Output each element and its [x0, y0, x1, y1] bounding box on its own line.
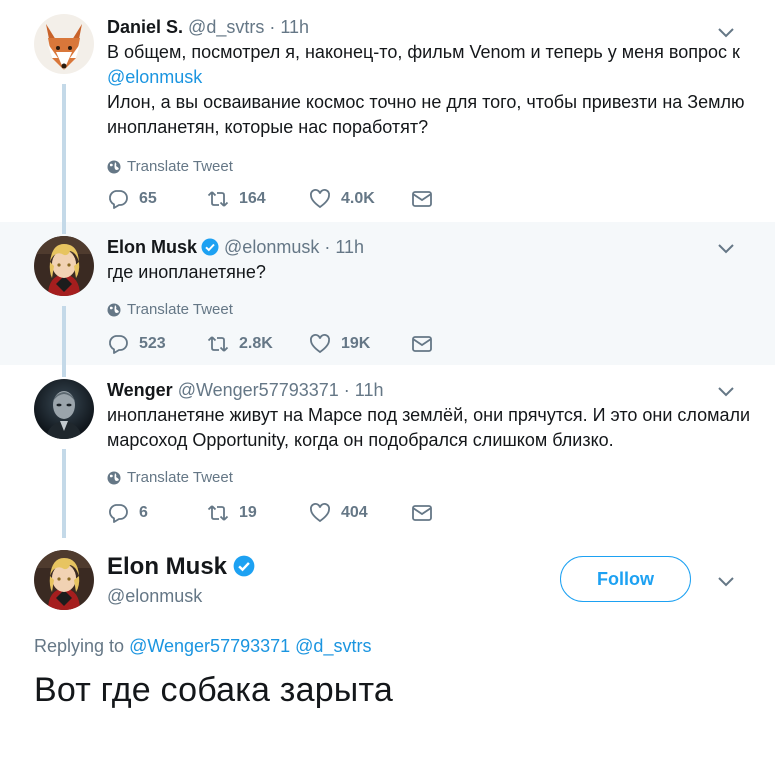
reply-button[interactable]: 6	[107, 502, 207, 524]
replying-to: Replying to @Wenger57793371 @d_svtrs	[34, 636, 371, 657]
retweet-icon	[207, 336, 229, 352]
avatar-elon[interactable]	[34, 550, 94, 610]
reply-count: 523	[139, 335, 166, 352]
mention-link[interactable]: @d_svtrs	[295, 636, 371, 656]
tweet-elon[interactable]: Elon Musk @elonmusk · 11h где инопланетя…	[0, 222, 775, 365]
display-name[interactable]: Wenger	[107, 380, 173, 400]
verified-badge-icon	[233, 555, 255, 577]
dm-button[interactable]	[411, 333, 433, 355]
translate-tweet-link[interactable]: Translate Tweet	[107, 158, 755, 175]
reply-icon	[109, 190, 128, 209]
tweet-text: В общем, посмотрел я, наконец-то, фильм …	[107, 40, 755, 140]
dm-button[interactable]	[411, 188, 433, 210]
display-name[interactable]: Daniel S.	[107, 17, 183, 37]
verified-badge-icon	[201, 238, 219, 256]
like-icon	[310, 334, 330, 354]
retweet-icon	[207, 191, 229, 207]
tweet-text-line: где инопланетяне?	[107, 262, 266, 282]
tweet-wenger[interactable]: Wenger @Wenger57793371 · 11h инопланетян…	[0, 365, 775, 538]
username[interactable]: @d_svtrs	[188, 17, 264, 37]
tweet-daniel[interactable]: Daniel S. @d_svtrs · 11h В общем, посмот…	[0, 0, 775, 222]
like-count: 19K	[341, 335, 371, 352]
like-button[interactable]: 4.0K	[309, 188, 411, 210]
dm-icon	[412, 505, 432, 521]
separator-dot: ·	[269, 17, 276, 37]
avatar-fox[interactable]	[34, 14, 94, 74]
retweet-button[interactable]: 164	[207, 188, 309, 210]
main-tweet: Elon Musk @elonmusk Follow Replying to @…	[0, 538, 775, 759]
like-button[interactable]: 404	[309, 502, 411, 524]
like-button[interactable]: 19K	[309, 333, 411, 355]
reply-icon	[109, 335, 128, 354]
separator-dot: ·	[343, 380, 350, 400]
like-icon	[310, 189, 330, 209]
timestamp[interactable]: 11h	[335, 237, 364, 257]
follow-button[interactable]: Follow	[560, 556, 691, 602]
retweet-count: 19	[239, 504, 257, 521]
globe-icon	[107, 160, 121, 173]
thread-line	[62, 306, 66, 365]
tweet-text-line: В общем, посмотрел я, наконец-то, фильм …	[107, 42, 740, 62]
chevron-down-icon[interactable]	[715, 570, 737, 592]
mention-link[interactable]: @Wenger57793371	[129, 636, 290, 656]
avatar-wenger[interactable]	[34, 379, 94, 439]
tweet-header: Daniel S. @d_svtrs · 11h	[107, 15, 755, 39]
retweet-count: 164	[239, 190, 266, 207]
avatar-elon[interactable]	[34, 236, 94, 296]
dm-icon	[412, 336, 432, 352]
reply-button[interactable]: 523	[107, 333, 207, 355]
translate-label: Translate Tweet	[127, 158, 233, 175]
author-block[interactable]: Elon Musk @elonmusk	[107, 552, 255, 607]
reply-icon	[109, 504, 128, 523]
mention-link[interactable]: @elonmusk	[107, 67, 202, 87]
translate-tweet-link[interactable]: Translate Tweet	[107, 301, 755, 318]
thread-line	[62, 222, 66, 234]
like-icon	[310, 503, 330, 523]
thread-line	[62, 449, 66, 538]
translate-tweet-link[interactable]: Translate Tweet	[107, 469, 755, 486]
timestamp[interactable]: 11h	[355, 380, 384, 400]
like-count: 404	[341, 504, 368, 521]
username[interactable]: @elonmusk	[224, 237, 319, 257]
timestamp[interactable]: 11h	[280, 17, 309, 37]
tweet-text-line: инопланетян, которые нас поработят?	[107, 117, 429, 137]
thread-line	[62, 365, 66, 377]
translate-label: Translate Tweet	[127, 469, 233, 486]
retweet-button[interactable]: 2.8K	[207, 333, 309, 355]
dm-button[interactable]	[411, 502, 433, 524]
username[interactable]: @Wenger57793371	[178, 380, 339, 400]
dm-icon	[412, 191, 432, 207]
separator-dot: ·	[324, 237, 331, 257]
reply-count: 65	[139, 190, 157, 207]
tweet-text-line: инопланетяне живут на Марсе под землёй, …	[107, 405, 751, 425]
reply-button[interactable]: 65	[107, 188, 207, 210]
tweet-text-line: Илон, а вы осваивание космос точно не дл…	[107, 92, 745, 112]
tweet-text: где инопланетяне?	[107, 260, 755, 285]
translate-label: Translate Tweet	[127, 301, 233, 318]
main-tweet-text: Вот где собака зарыта	[34, 671, 393, 709]
globe-icon	[107, 471, 121, 484]
display-name[interactable]: Elon Musk	[107, 553, 227, 580]
globe-icon	[107, 303, 121, 316]
retweet-count: 2.8K	[239, 335, 273, 352]
tweet-text: инопланетяне живут на Марсе под землёй, …	[107, 403, 755, 453]
chevron-down-icon[interactable]	[715, 21, 737, 43]
retweet-button[interactable]: 19	[207, 502, 309, 524]
replying-prefix: Replying to	[34, 636, 125, 656]
chevron-down-icon[interactable]	[715, 380, 737, 402]
tweet-text-line: марсоход Opportunity, когда он подобралс…	[107, 430, 614, 450]
tweet-header: Elon Musk @elonmusk · 11h	[107, 235, 755, 259]
like-count: 4.0K	[341, 190, 375, 207]
reply-count: 6	[139, 504, 148, 521]
tweet-header: Wenger @Wenger57793371 · 11h	[107, 378, 755, 402]
retweet-icon	[207, 505, 229, 521]
chevron-down-icon[interactable]	[715, 237, 737, 259]
display-name[interactable]: Elon Musk	[107, 237, 197, 257]
username[interactable]: @elonmusk	[107, 586, 255, 607]
thread-line	[62, 84, 66, 222]
